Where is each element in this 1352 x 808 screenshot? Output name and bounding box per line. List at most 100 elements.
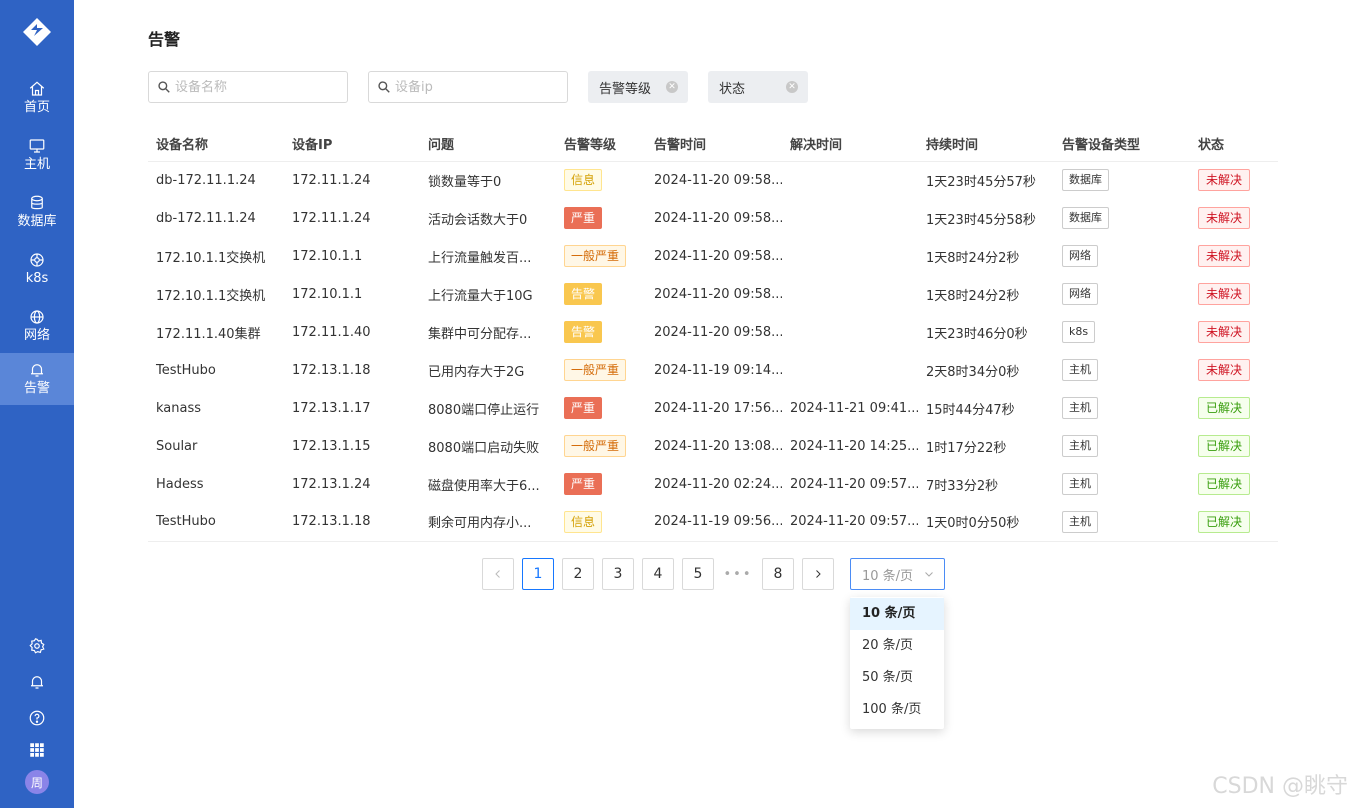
alert-level-cell: 信息	[556, 503, 646, 542]
page-size-option-100[interactable]: 100 条/页	[850, 694, 944, 726]
device-ip-cell: 172.10.1.1	[284, 275, 420, 313]
prev-page-button[interactable]	[482, 558, 514, 590]
clear-icon[interactable]: ✕	[786, 81, 798, 93]
device-type-badge: 主机	[1062, 510, 1098, 533]
duration-cell: 1天0时0分50秒	[918, 503, 1054, 542]
table-row[interactable]: TestHubo 172.13.1.18 已用内存大于2G 一般严重 2024-11-1…	[148, 351, 1278, 389]
sidebar-item-host[interactable]: 主机	[0, 129, 74, 181]
device-type-cell: 数据库	[1054, 199, 1190, 237]
column-header[interactable]: 告警时间	[646, 126, 782, 162]
problem-cell: 集群中可分配存...	[420, 313, 556, 351]
device-ip-text: 172.13.1.15	[292, 438, 371, 454]
table-row[interactable]: db-172.11.1.24 172.11.1.24 锁数量等于0 信息 2024-11…	[148, 161, 1278, 199]
page-size-select[interactable]: 10 条/页	[850, 558, 945, 590]
device-name-text: 172.10.1.1交换机	[156, 250, 266, 266]
table-row[interactable]: TestHubo 172.13.1.18 剩余可用内存小... 信息 2024-11-1…	[148, 503, 1278, 542]
column-header[interactable]: 告警设备类型	[1054, 126, 1190, 162]
page-button-3[interactable]: 3	[602, 558, 634, 590]
table-row[interactable]: db-172.11.1.24 172.11.1.24 活动会话数大于0 严重 2024-…	[148, 199, 1278, 237]
column-header[interactable]: 设备IP	[284, 126, 420, 162]
page-button-2[interactable]: 2	[562, 558, 594, 590]
device-type-cell: 数据库	[1054, 161, 1190, 199]
device-name-text: kanass	[156, 400, 202, 416]
column-header[interactable]: 解决时间	[782, 126, 918, 162]
device-name-text: Hadess	[156, 476, 204, 492]
device-type-cell: 网络	[1054, 237, 1190, 275]
page-size-dropdown: 10 条/页 20 条/页 50 条/页 100 条/页	[850, 597, 944, 729]
page-button-5[interactable]: 5	[682, 558, 714, 590]
app-logo-icon[interactable]	[21, 16, 53, 48]
device-ip-text: 172.13.1.24	[292, 476, 371, 492]
duration-cell: 2天8时34分0秒	[918, 351, 1054, 389]
avatar[interactable]: 周	[25, 770, 49, 794]
device-ip-input[interactable]	[395, 79, 555, 95]
app-grid-icon[interactable]	[27, 740, 47, 760]
alert-level-cell: 严重	[556, 199, 646, 237]
page-size-option-20[interactable]: 20 条/页	[850, 630, 944, 662]
alert-time-cell: 2024-11-20 09:58...	[646, 161, 782, 199]
alert-level-badge: 告警	[564, 283, 603, 305]
device-ip-cell: 172.11.1.24	[284, 161, 420, 199]
device-ip-text: 172.13.1.17	[292, 400, 371, 416]
page-button-last[interactable]: 8	[762, 558, 794, 590]
column-header[interactable]: 设备名称	[148, 126, 284, 162]
sidebar-item-network[interactable]: 网络	[0, 300, 74, 352]
alert-level-cell: 一般严重	[556, 427, 646, 465]
device-ip-cell: 172.13.1.15	[284, 427, 420, 465]
sidebar-item-home[interactable]: 首页	[0, 72, 74, 124]
resolve-time-text: 2024-11-21 09:41...	[790, 400, 918, 416]
column-header[interactable]: 告警等级	[556, 126, 646, 162]
alert-time-text: 2024-11-20 13:08...	[654, 438, 782, 454]
device-type-cell: k8s	[1054, 313, 1190, 351]
device-ip-cell: 172.10.1.1	[284, 237, 420, 275]
column-header[interactable]: 问题	[420, 126, 556, 162]
column-header[interactable]: 持续时间	[918, 126, 1054, 162]
alert-level-cell: 告警	[556, 313, 646, 351]
table-row[interactable]: Soular 172.13.1.15 8080端口启动失败 一般严重 2024-11-2…	[148, 427, 1278, 465]
table-row[interactable]: 172.10.1.1交换机 172.10.1.1 上行流量触发百... 一般严重 202…	[148, 237, 1278, 275]
device-name-input[interactable]	[175, 79, 335, 95]
sidebar-item-k8s[interactable]: k8s	[0, 243, 74, 295]
status-cell: 未解决	[1190, 351, 1278, 389]
help-icon[interactable]	[27, 708, 47, 728]
status-cell: 未解决	[1190, 161, 1278, 199]
table-row[interactable]: kanass 172.13.1.17 8080端口停止运行 严重 2024-11-20 …	[148, 389, 1278, 427]
device-type-badge: 数据库	[1062, 207, 1109, 229]
sidebar-item-alerts[interactable]: 告警	[0, 353, 74, 405]
table-row[interactable]: 172.10.1.1交换机 172.10.1.1 上行流量大于10G 告警 2024-1…	[148, 275, 1278, 313]
table-row[interactable]: 172.11.1.40集群 172.11.1.40 集群中可分配存... 告警 2024…	[148, 313, 1278, 351]
problem-text: 上行流量大于10G	[428, 288, 533, 304]
resolve-time-cell	[782, 237, 918, 275]
sidebar-item-database[interactable]: 数据库	[0, 186, 74, 238]
alert-level-filter[interactable]: 告警等级 ✕	[588, 71, 688, 103]
next-page-button[interactable]	[802, 558, 834, 590]
device-type-cell: 主机	[1054, 351, 1190, 389]
alert-time-text: 2024-11-20 09:58...	[654, 210, 782, 226]
alert-time-text: 2024-11-20 17:56...	[654, 400, 782, 416]
page-ellipsis[interactable]: •••	[722, 558, 754, 590]
alert-level-cell: 告警	[556, 275, 646, 313]
alert-level-cell: 严重	[556, 465, 646, 503]
device-type-badge: 主机	[1062, 435, 1098, 457]
clear-icon[interactable]: ✕	[666, 81, 678, 93]
device-ip-cell: 172.13.1.17	[284, 389, 420, 427]
notification-bell-icon[interactable]	[27, 672, 47, 692]
device-ip-cell: 172.13.1.24	[284, 465, 420, 503]
sidebar-item-label: k8s	[25, 271, 49, 286]
settings-gear-icon[interactable]	[27, 636, 47, 656]
alert-level-badge: 一般严重	[564, 245, 627, 267]
page-button-1[interactable]: 1	[522, 558, 554, 590]
device-name-text: 172.11.1.40集群	[156, 326, 261, 342]
page-button-4[interactable]: 4	[642, 558, 674, 590]
device-name-search[interactable]	[148, 71, 348, 103]
device-ip-search[interactable]	[368, 71, 568, 103]
page-size-option-50[interactable]: 50 条/页	[850, 662, 944, 694]
status-filter[interactable]: 状态 ✕	[708, 71, 808, 103]
sidebar-item-label: 数据库	[17, 214, 57, 229]
column-header[interactable]: 状态	[1190, 126, 1278, 162]
problem-cell: 活动会话数大于0	[420, 199, 556, 237]
table-row[interactable]: Hadess 172.13.1.24 磁盘使用率大于6... 严重 2024-11-20…	[148, 465, 1278, 503]
page-size-option-10[interactable]: 10 条/页	[850, 598, 944, 630]
device-ip-text: 172.10.1.1	[292, 248, 363, 264]
device-type-cell: 网络	[1054, 275, 1190, 313]
